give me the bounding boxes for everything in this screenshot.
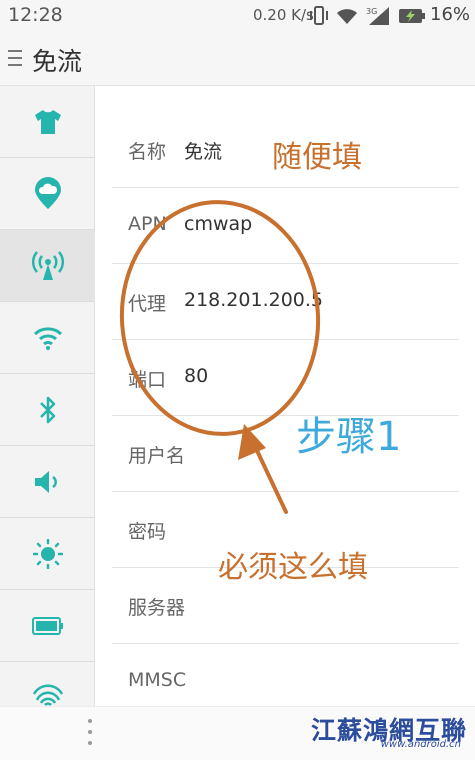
password-label: 密码 [128,521,167,543]
sidebar-item-mobile-network[interactable] [0,230,95,302]
page-title: 免流 [32,47,83,76]
status-time: 12:28 [8,4,63,26]
sidebar-item-bluetooth[interactable] [0,374,95,446]
network-speed: 0.20 K/s [253,6,314,24]
annotation-fill-anything: 随便填 [272,140,362,175]
fingerprint-icon [32,684,63,706]
sidebar-item-display[interactable] [0,518,95,590]
proxy-label: 代理 [128,293,167,315]
menu-icon[interactable] [8,50,22,68]
mmsc-label: MMSC [128,669,187,691]
port-label: 端口 [128,369,167,391]
vibrate-icon [310,6,328,25]
watermark-logo: 江蘇鴻網互聯 www.android.cn [309,711,469,757]
sidebar-item-wifi[interactable] [0,302,95,374]
sidebar-item-sound[interactable] [0,446,95,518]
port-value: 80 [184,365,209,387]
annotation-must-fill: 必须这么填 [218,550,368,585]
apn-row-proxy[interactable]: 代理 218.201.200.5 [112,264,459,340]
name-value: 免流 [184,141,223,163]
more-options-icon[interactable] [88,719,92,752]
svg-text:3G: 3G [366,7,377,16]
sidebar-item-cloud[interactable] [0,158,95,230]
apn-label: APN [128,213,167,235]
server-label: 服务器 [128,597,186,619]
signal-icon: 3G [366,7,389,25]
theme-shirt-icon [34,109,61,134]
name-label: 名称 [128,141,167,163]
proxy-value: 218.201.200.5 [184,289,324,311]
annotation-step: 步骤1 [296,414,402,460]
speaker-icon [34,470,57,493]
brightness-icon [32,538,63,569]
username-label: 用户名 [128,445,186,467]
bluetooth-icon [39,396,55,423]
sidebar-item-theme[interactable] [0,86,95,158]
battery-charging-icon [399,9,425,23]
status-bar: 12:28 0.20 K/s 3G 16% [0,0,475,32]
watermark-url: www.android.cn [380,739,461,750]
apn-row-port[interactable]: 端口 80 [112,340,459,416]
bottom-bar: 江蘇鴻網互聯 www.android.cn [0,706,475,760]
apn-row-apn[interactable]: APN cmwap [112,188,459,264]
battery-icon [31,616,63,635]
apn-settings-form: 名称 免流 APN cmwap 代理 218.201.200.5 端口 80 用… [96,86,475,706]
sidebar-item-battery[interactable] [0,590,95,662]
app-header: 免流 [0,32,475,86]
cloud-icon [34,176,61,209]
wifi-status-icon [337,9,357,24]
apn-value: cmwap [184,213,253,235]
apn-row-username[interactable]: 用户名 [112,416,459,492]
battery-percent: 16% [430,4,471,25]
settings-sidebar [0,86,95,706]
wifi-icon [33,326,62,350]
antenna-icon [31,250,64,280]
